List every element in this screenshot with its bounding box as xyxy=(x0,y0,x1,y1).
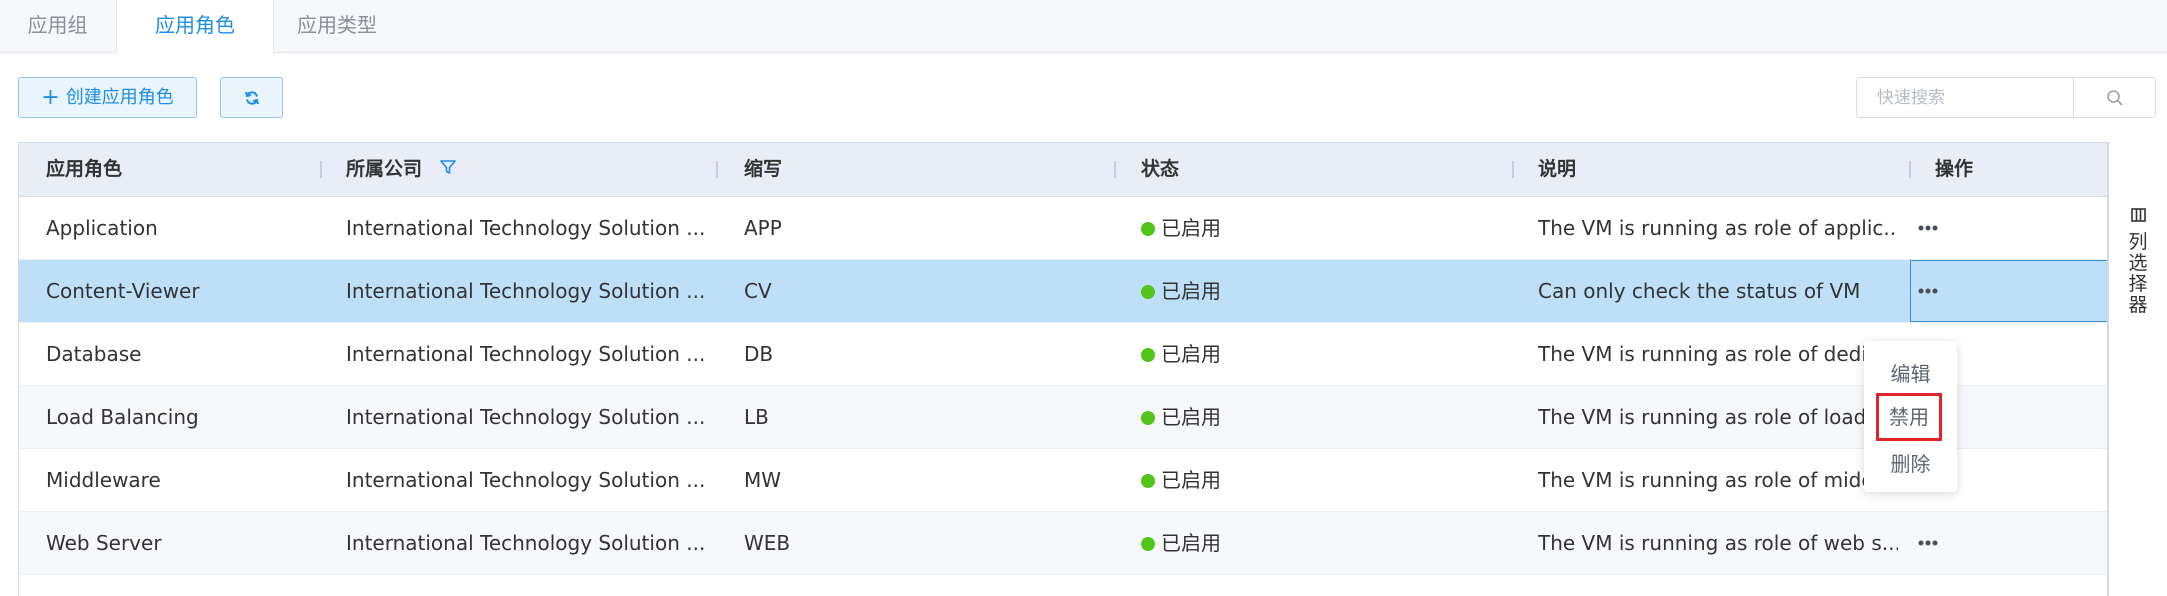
create-app-role-button[interactable]: + 创建应用角色 xyxy=(18,77,197,118)
cell-abbr: WEB xyxy=(744,531,791,555)
table-row[interactable]: Load Balancing International Technology … xyxy=(19,386,2107,449)
col-header-actions: 操作 xyxy=(1935,158,1974,180)
cell-role: Database xyxy=(46,342,142,366)
cell-status: 已启用 xyxy=(1141,512,1501,574)
table-header: 应用角色 所属公司 缩写 状态 说明 操作 xyxy=(19,143,2107,197)
cell-abbr: APP xyxy=(744,216,782,240)
col-header-abbr[interactable]: 缩写 xyxy=(744,143,782,196)
col-header-desc[interactable]: 说明 xyxy=(1538,143,1576,196)
row-actions-button[interactable] xyxy=(1908,197,1948,259)
filter-icon[interactable] xyxy=(439,158,457,176)
table-row[interactable]: Application International Technology Sol… xyxy=(19,197,2107,260)
create-app-role-label: 创建应用角色 xyxy=(65,87,174,108)
roles-table: 应用角色 所属公司 缩写 状态 说明 操作 Application Intern… xyxy=(18,142,2108,596)
status-dot-icon xyxy=(1141,348,1155,362)
plus-icon: + xyxy=(41,85,60,110)
column-resize-handle[interactable] xyxy=(716,161,718,178)
cell-abbr: LB xyxy=(744,405,769,429)
table-row[interactable]: Content-Viewer International Technology … xyxy=(19,260,2107,323)
content-panel: +创建应用角色 应用角色 所属公司 xyxy=(0,53,2167,596)
cell-desc: The VM is running as role of applic... xyxy=(1538,216,1898,240)
cell-role: Application xyxy=(46,216,158,240)
tab-app-group[interactable]: 应用组 xyxy=(0,0,115,53)
cell-status: 已启用 xyxy=(1141,197,1501,259)
status-text: 已启用 xyxy=(1161,468,1221,492)
status-dot-icon xyxy=(1141,285,1155,299)
cell-desc: The VM is running as role of dedica xyxy=(1538,342,1891,366)
cell-company: International Technology Solution ... xyxy=(346,405,706,429)
status-text: 已启用 xyxy=(1161,216,1221,240)
refresh-button[interactable] xyxy=(220,77,283,118)
cell-company: International Technology Solution ... xyxy=(346,216,706,240)
status-dot-icon xyxy=(1141,411,1155,425)
status-dot-icon xyxy=(1141,537,1155,551)
cell-role: Middleware xyxy=(46,468,161,492)
column-resize-handle[interactable] xyxy=(320,161,322,178)
cell-role: Content-Viewer xyxy=(46,279,200,303)
column-resize-handle[interactable] xyxy=(1512,161,1514,178)
table-row[interactable]: Web Server International Technology Solu… xyxy=(19,512,2107,575)
more-icon xyxy=(1918,540,1938,546)
status-text: 已启用 xyxy=(1161,342,1221,366)
search-icon xyxy=(2107,89,2123,106)
column-resize-handle[interactable] xyxy=(1909,161,1911,178)
tab-app-role[interactable]: 应用角色 xyxy=(116,0,274,54)
cell-status: 已启用 xyxy=(1141,449,1501,511)
cell-desc: The VM is running as role of load b xyxy=(1538,405,1878,429)
more-icon xyxy=(1918,288,1938,294)
cell-desc: Can only check the status of VM xyxy=(1538,279,1861,303)
table-row[interactable]: Database International Technology Soluti… xyxy=(19,323,2107,386)
cell-role: Load Balancing xyxy=(46,405,199,429)
row-action-menu: 编辑 禁用 删除 xyxy=(1864,341,1957,492)
quick-search xyxy=(1856,77,2156,118)
cell-role: Web Server xyxy=(46,531,162,555)
cell-company: International Technology Solution ... xyxy=(346,531,706,555)
col-header-status[interactable]: 状态 xyxy=(1141,143,1179,196)
more-icon xyxy=(1918,225,1938,231)
columns-icon xyxy=(2131,208,2146,222)
menu-item-edit[interactable]: 编辑 xyxy=(1864,356,1957,392)
table-row[interactable]: Middleware International Technology Solu… xyxy=(19,449,2107,512)
cell-abbr: CV xyxy=(744,279,772,303)
status-text: 已启用 xyxy=(1161,531,1221,555)
cell-company: International Technology Solution ... xyxy=(346,468,706,492)
cell-desc: The VM is running as role of web s... xyxy=(1538,531,1898,555)
cell-abbr: MW xyxy=(744,468,782,492)
cell-company: International Technology Solution ... xyxy=(346,279,706,303)
cell-status: 已启用 xyxy=(1141,260,1501,322)
tab-app-type[interactable]: 应用类型 xyxy=(273,0,401,53)
column-picker-label: 列选择器 xyxy=(2128,231,2148,316)
column-picker[interactable]: 列选择器 xyxy=(2108,142,2167,596)
menu-item-delete[interactable]: 删除 xyxy=(1864,446,1957,482)
status-dot-icon xyxy=(1141,222,1155,236)
tab-bar: 应用组 应用角色 应用类型 xyxy=(0,0,2167,54)
search-input[interactable] xyxy=(1857,78,2073,117)
row-actions-button[interactable] xyxy=(1908,512,1948,574)
status-text: 已启用 xyxy=(1161,279,1221,303)
column-resize-handle[interactable] xyxy=(1114,161,1116,178)
col-header-company-label: 所属公司 xyxy=(346,158,423,180)
cell-abbr: DB xyxy=(744,342,774,366)
search-button[interactable] xyxy=(2073,78,2156,117)
col-header-company[interactable]: 所属公司 xyxy=(346,143,457,196)
cell-desc: The VM is running as role of middl. xyxy=(1538,468,1878,492)
cell-status: 已启用 xyxy=(1141,386,1501,448)
row-actions-button[interactable] xyxy=(1908,260,1948,322)
menu-item-disable[interactable]: 禁用 xyxy=(1876,393,1942,441)
status-text: 已启用 xyxy=(1161,405,1221,429)
refresh-icon xyxy=(244,90,259,105)
cell-company: International Technology Solution ... xyxy=(346,342,706,366)
cell-status: 已启用 xyxy=(1141,323,1501,385)
col-header-role[interactable]: 应用角色 xyxy=(46,143,122,196)
status-dot-icon xyxy=(1141,474,1155,488)
